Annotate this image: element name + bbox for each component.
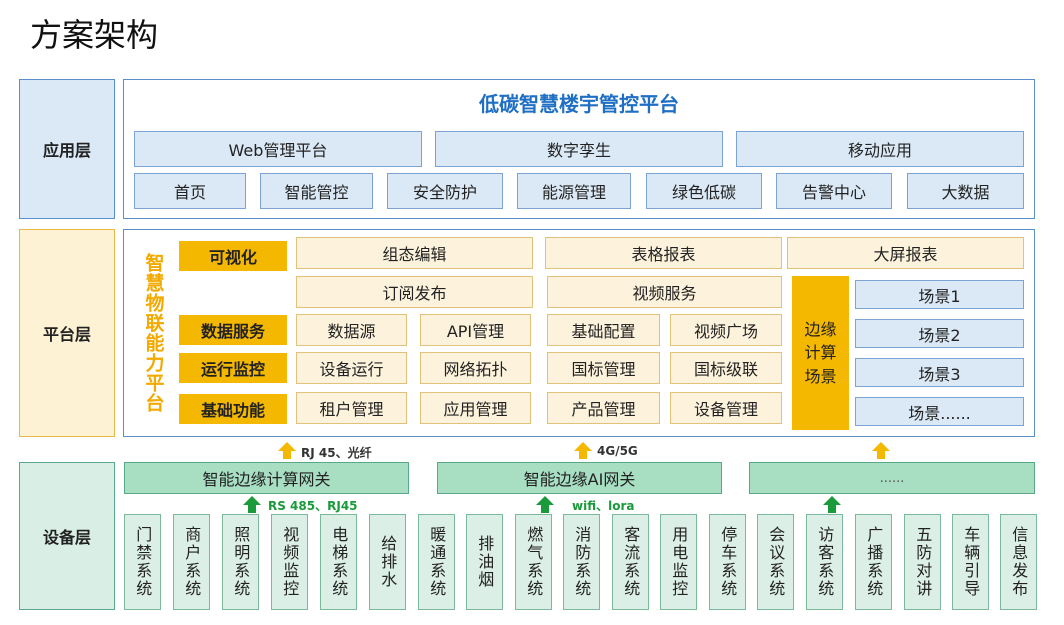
platform-item-api: API管理 [420, 314, 531, 346]
arrow-up-icon [872, 442, 890, 459]
app-function-green: 绿色低碳 [646, 173, 762, 209]
platform-item-gb-manage: 国标管理 [547, 352, 660, 384]
arrow-up-icon [574, 442, 592, 459]
device-vehicle-guide: 车辆引导 [952, 514, 989, 610]
scene-more: 场景...... [855, 397, 1024, 426]
platform-item-screen-report: 大屏报表 [787, 237, 1024, 269]
device-hvac: 暖通系统 [418, 514, 455, 610]
device-broadcast: 广播系统 [855, 514, 892, 610]
category-data-service: 数据服务 [179, 315, 287, 345]
device-merchant: 商户系统 [173, 514, 210, 610]
app-function-home: 首页 [134, 173, 246, 209]
device-elevator: 电梯系统 [320, 514, 357, 610]
app-module-web: Web管理平台 [134, 131, 422, 167]
edge-computing-label: 边缘计算场景 [804, 320, 837, 386]
device-parking: 停车系统 [709, 514, 746, 610]
connector-label-4g5g: 4G/5G [597, 444, 638, 458]
arrow-up-icon [278, 442, 296, 459]
category-basic: 基础功能 [179, 394, 287, 424]
edge-computing-scenario: 边缘计算场景 [792, 276, 849, 430]
layer-label-platform: 平台层 [19, 229, 115, 437]
device-fume-exhaust: 排油烟 [466, 514, 503, 610]
app-module-digital-twin: 数字孪生 [435, 131, 723, 167]
layer-label-app: 应用层 [19, 79, 115, 219]
arrow-up-icon [823, 496, 841, 513]
device-gas: 燃气系统 [515, 514, 552, 610]
device-access-control: 门禁系统 [124, 514, 161, 610]
platform-item-pubsub: 订阅发布 [296, 276, 533, 308]
platform-item-video-plaza: 视频广场 [670, 314, 782, 346]
platform-item-device-manage: 设备管理 [670, 392, 782, 424]
gateway-edge-ai: 智能边缘AI网关 [437, 462, 722, 494]
connector-label-wifi-lora: wifi、lora [572, 499, 635, 513]
device-power-monitor: 用电监控 [660, 514, 697, 610]
device-meeting: 会议系统 [757, 514, 794, 610]
gateway-edge-compute: 智能边缘计算网关 [124, 462, 409, 494]
page-title: 方案架构 [30, 16, 159, 54]
app-function-energy: 能源管理 [517, 173, 631, 209]
scene-3: 场景3 [855, 358, 1024, 387]
connector-label-rs485: RS 485、RJ45 [268, 499, 358, 513]
arrow-up-icon [243, 496, 261, 513]
category-visualization: 可视化 [179, 241, 287, 271]
platform-item-table-report: 表格报表 [545, 237, 782, 269]
platform-item-datasource: 数据源 [296, 314, 407, 346]
app-platform-heading: 低碳智慧楼宇管控平台 [479, 92, 679, 116]
arrow-up-icon [536, 496, 554, 513]
device-fire: 消防系统 [563, 514, 600, 610]
device-visitor: 访客系统 [806, 514, 843, 610]
platform-item-base-config: 基础配置 [547, 314, 660, 346]
platform-vertical-title: 智慧物联能力平台 [142, 253, 165, 413]
connector-label-rj45-fiber: RJ 45、光纤 [301, 446, 372, 460]
app-function-security: 安全防护 [387, 173, 503, 209]
platform-item-topology: 网络拓扑 [420, 352, 531, 384]
device-five-defense-intercom: 五防对讲 [904, 514, 941, 610]
gateway-more: ...... [749, 462, 1035, 494]
layer-label-device: 设备层 [19, 462, 115, 610]
platform-item-tenant: 租户管理 [296, 392, 407, 424]
device-water: 给排水 [369, 514, 406, 610]
device-video-monitor: 视频监控 [271, 514, 308, 610]
platform-item-config-editor: 组态编辑 [296, 237, 533, 269]
app-function-control: 智能管控 [260, 173, 373, 209]
device-lighting: 照明系统 [222, 514, 259, 610]
platform-item-gb-cascade: 国标级联 [670, 352, 782, 384]
platform-item-video-service: 视频服务 [547, 276, 782, 308]
app-function-alarm: 告警中心 [776, 173, 892, 209]
scene-1: 场景1 [855, 280, 1024, 309]
scene-2: 场景2 [855, 319, 1024, 348]
app-function-bigdata: 大数据 [907, 173, 1024, 209]
platform-item-app-manage: 应用管理 [420, 392, 531, 424]
device-passenger-flow: 客流系统 [612, 514, 649, 610]
device-info-release: 信息发布 [1000, 514, 1037, 610]
platform-item-product: 产品管理 [547, 392, 660, 424]
platform-item-device-run: 设备运行 [296, 352, 407, 384]
category-monitoring: 运行监控 [179, 353, 287, 383]
app-module-mobile: 移动应用 [736, 131, 1024, 167]
